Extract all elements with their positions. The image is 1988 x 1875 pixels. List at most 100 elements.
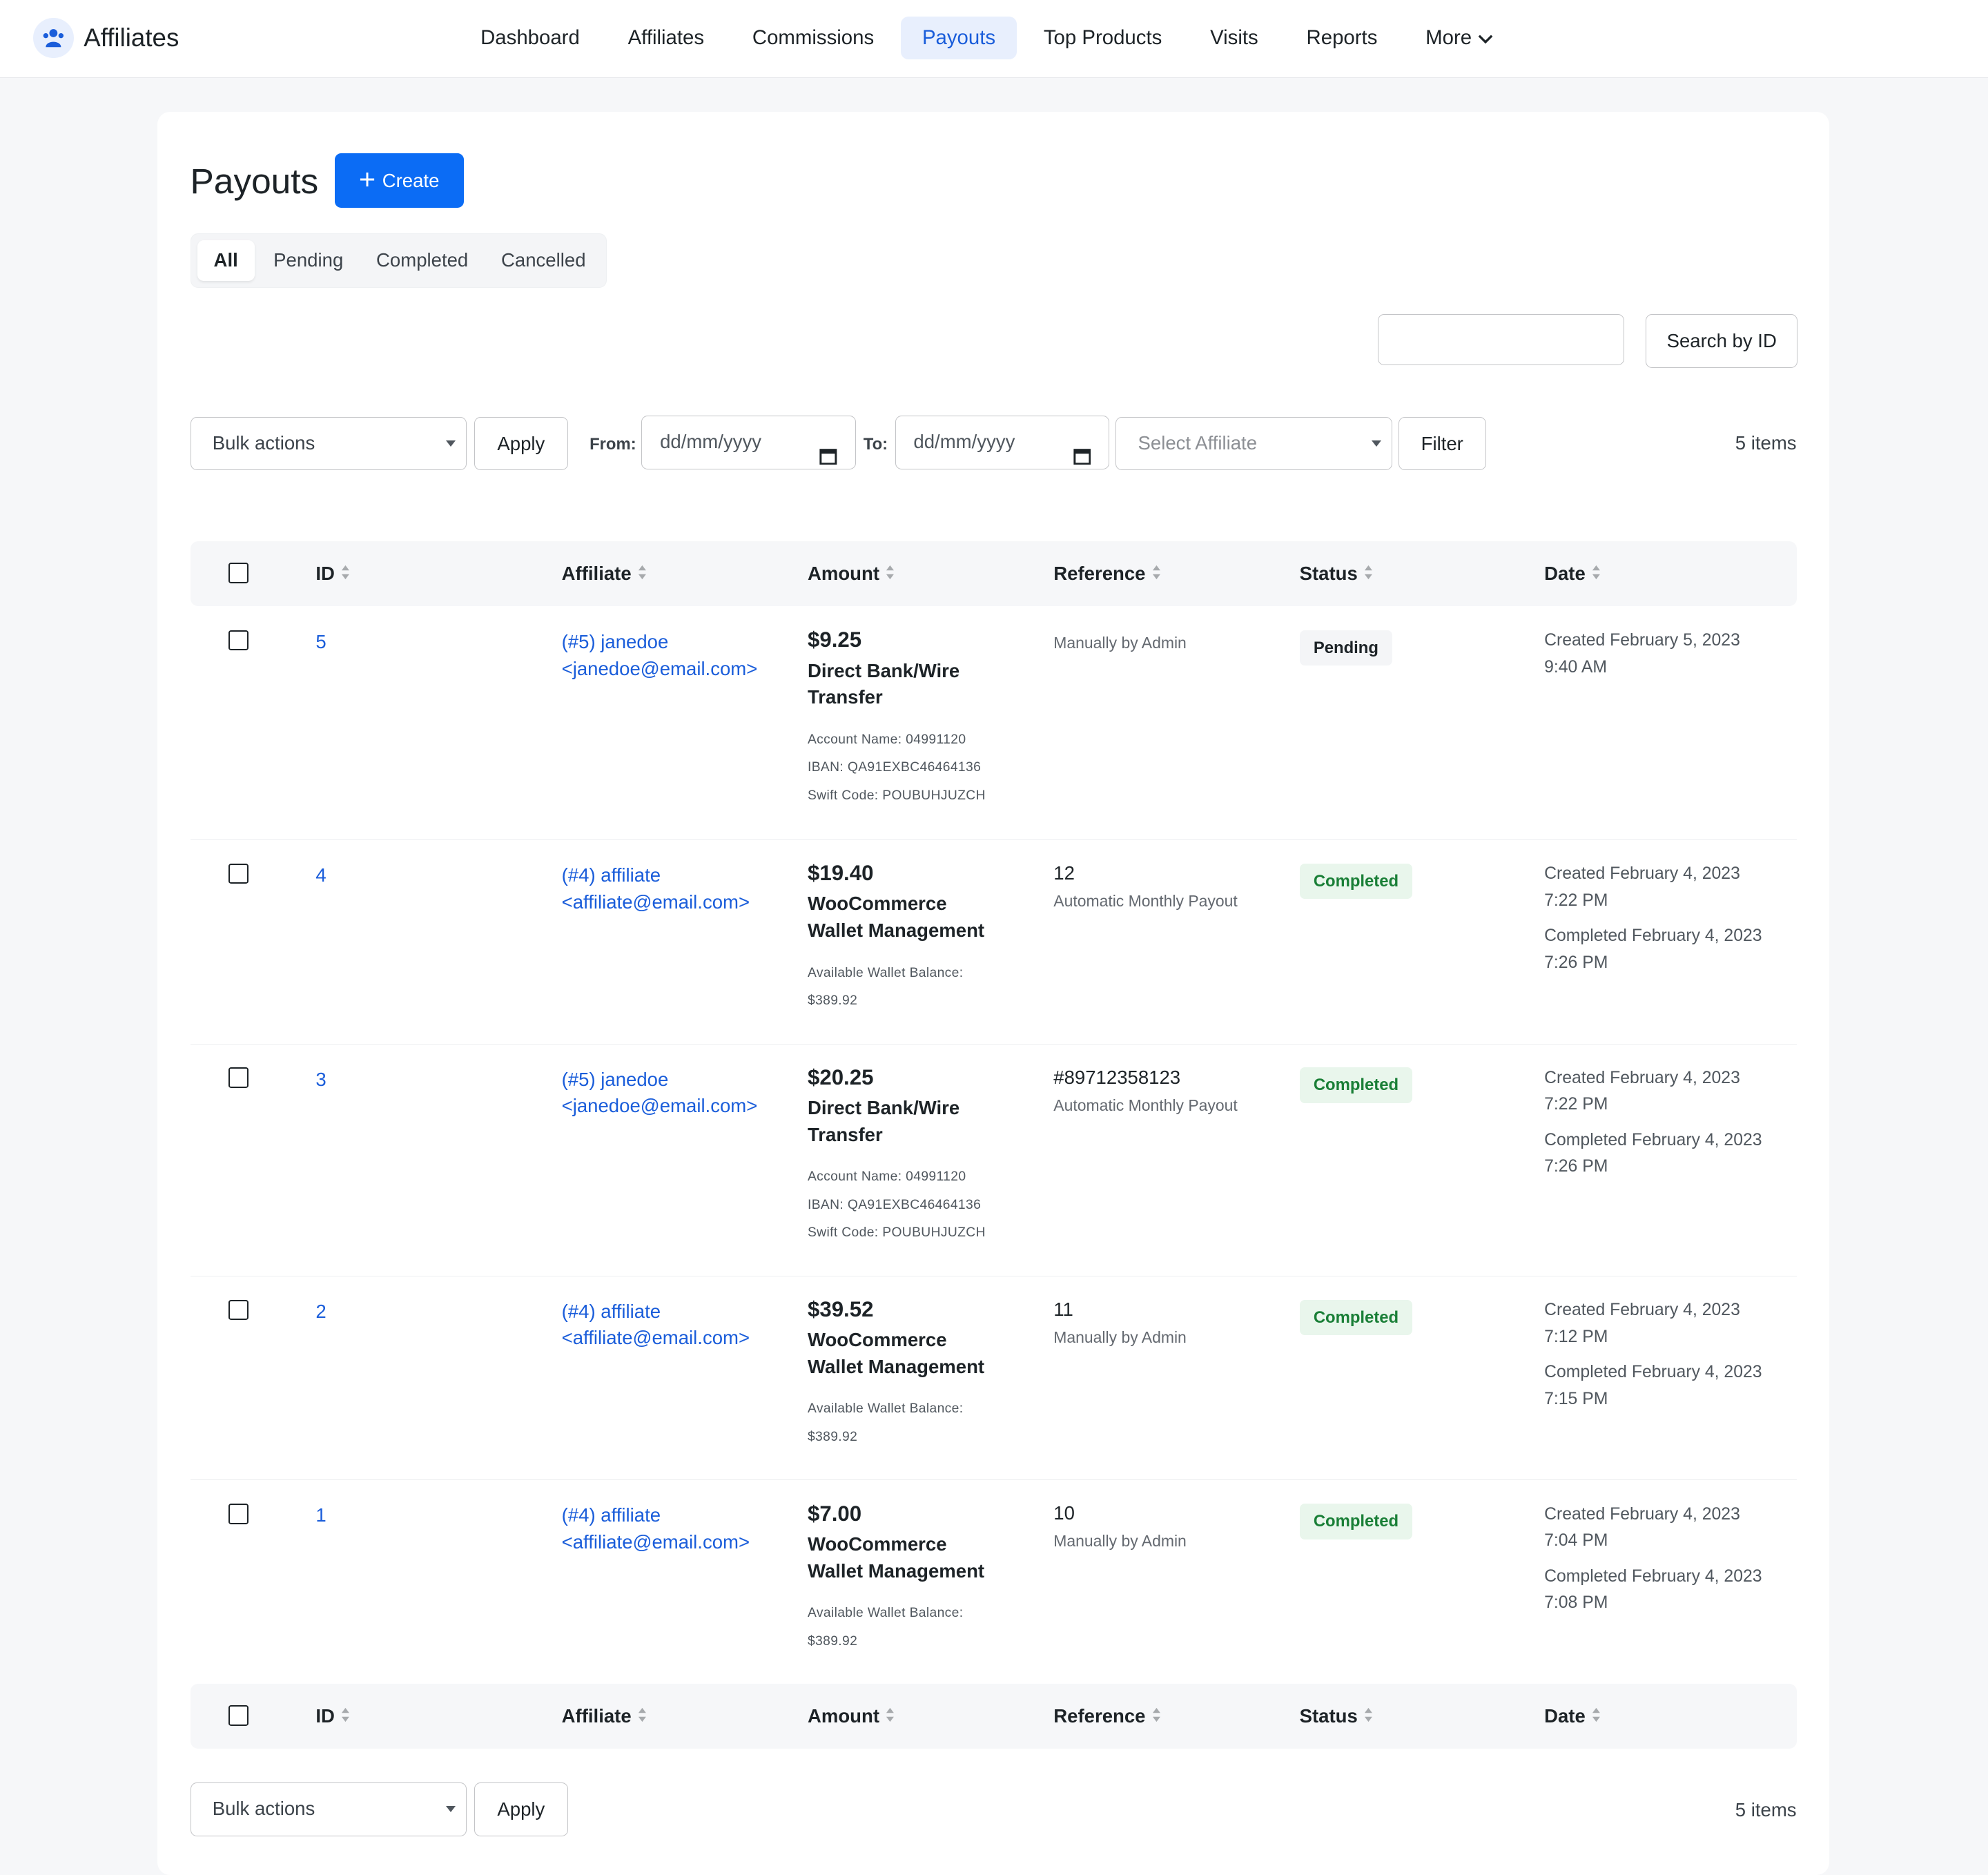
affiliate-link[interactable]: (#5) janedoe <janedoe@email.com> — [562, 1067, 758, 1120]
amount-value: $20.25 — [807, 1065, 874, 1089]
apply-button-bottom[interactable]: Apply — [474, 1782, 568, 1836]
column-status[interactable]: Status — [1300, 1705, 1373, 1727]
bulk-actions-select[interactable]: Bulk actions — [190, 417, 467, 471]
affiliate-name[interactable]: (#5) janedoe — [562, 629, 758, 656]
nav-item-payouts[interactable]: Payouts — [900, 16, 1017, 60]
reference-cell: 10 Manually by Admin — [1053, 1502, 1187, 1551]
affiliate-name[interactable]: (#4) affiliate — [562, 862, 750, 889]
amount-cell: $20.25 Direct Bank/Wire Transfer Account… — [808, 1065, 998, 1247]
payout-id-link[interactable]: 4 — [315, 862, 326, 889]
affiliate-name[interactable]: (#4) affiliate — [562, 1502, 750, 1529]
status-cell: Pending — [1299, 630, 1393, 666]
nav-item-affiliates[interactable]: Affiliates — [606, 17, 725, 59]
amount-value: $7.00 — [807, 1501, 862, 1526]
status-badge: Completed — [1299, 1299, 1413, 1336]
payout-details: Account Name: 04991120 IBAN: QA91EXBC464… — [808, 1163, 998, 1247]
tab-cancelled[interactable]: Cancelled — [487, 240, 600, 281]
payout-id-link[interactable]: 3 — [315, 1067, 326, 1094]
reference-note: Automatic Monthly Payout — [1053, 1096, 1238, 1114]
amount-cell: $7.00 WooCommerce Wallet Management Avai… — [808, 1502, 998, 1655]
column-affiliate[interactable]: Affiliate — [562, 1705, 647, 1727]
column-amount[interactable]: Amount — [808, 1705, 895, 1727]
payout-method: Direct Bank/Wire Transfer — [808, 1095, 998, 1148]
search-input[interactable] — [1378, 314, 1624, 365]
search-by-id-button[interactable]: Search by ID — [1646, 314, 1798, 368]
affiliate-email[interactable]: <affiliate@email.com> — [562, 1529, 750, 1556]
sort-arrows-icon — [638, 1705, 647, 1727]
row-checkbox[interactable] — [228, 1504, 248, 1524]
filter-button[interactable]: Filter — [1398, 417, 1486, 471]
column-amount[interactable]: Amount — [808, 563, 895, 585]
amount-value: $9.25 — [807, 628, 862, 652]
payout-id-link[interactable]: 2 — [315, 1299, 326, 1325]
column-id[interactable]: ID — [315, 563, 350, 585]
table-row: 1 (#4) affiliate <affiliate@email.com> $… — [191, 1479, 1797, 1684]
column-id[interactable]: ID — [315, 1705, 350, 1727]
from-date-input[interactable]: dd/mm/yyyy — [641, 416, 856, 469]
column-status[interactable]: Status — [1300, 563, 1373, 585]
select-all-checkbox[interactable] — [228, 1705, 248, 1726]
column-affiliate-label: Affiliate — [561, 1705, 632, 1727]
payout-id-link[interactable]: 5 — [315, 629, 326, 656]
column-reference[interactable]: Reference — [1053, 563, 1160, 585]
affiliate-email[interactable]: <janedoe@email.com> — [562, 656, 758, 683]
affiliate-link[interactable]: (#4) affiliate <affiliate@email.com> — [562, 862, 750, 915]
nav-item-dashboard[interactable]: Dashboard — [459, 17, 601, 59]
affiliate-link[interactable]: (#4) affiliate <affiliate@email.com> — [562, 1299, 750, 1352]
calendar-icon[interactable] — [1073, 433, 1091, 483]
to-date-input[interactable]: dd/mm/yyyy — [895, 416, 1110, 469]
payout-id-link[interactable]: 1 — [315, 1502, 326, 1529]
nav-item-visits[interactable]: Visits — [1189, 17, 1280, 59]
reference-note: Manually by Admin — [1053, 634, 1187, 652]
status-tabs: All Pending Completed Cancelled — [190, 233, 607, 289]
column-affiliate[interactable]: Affiliate — [562, 563, 647, 585]
row-checkbox[interactable] — [228, 1067, 248, 1088]
tab-all[interactable]: All — [197, 240, 255, 281]
status-cell: Completed — [1299, 1504, 1413, 1539]
column-date[interactable]: Date — [1544, 563, 1601, 585]
status-badge: Completed — [1299, 863, 1413, 900]
status-cell: Completed — [1299, 1299, 1413, 1336]
affiliate-name[interactable]: (#5) janedoe — [562, 1067, 758, 1094]
date-cell: Created February 5, 2023 9:40 AM — [1544, 628, 1740, 681]
row-checkbox[interactable] — [228, 1299, 248, 1320]
select-affiliate[interactable]: Select Affiliate — [1115, 417, 1392, 471]
select-all-checkbox[interactable] — [228, 563, 248, 583]
payout-detail: IBAN: QA91EXBC46464136 — [807, 760, 982, 775]
affiliate-email[interactable]: <affiliate@email.com> — [562, 1325, 750, 1352]
tab-completed[interactable]: Completed — [362, 240, 483, 281]
create-button[interactable]: Create — [334, 153, 465, 208]
affiliate-name[interactable]: (#4) affiliate — [562, 1299, 750, 1325]
affiliate-email[interactable]: <affiliate@email.com> — [562, 889, 750, 916]
affiliate-link[interactable]: (#4) affiliate <affiliate@email.com> — [562, 1502, 750, 1555]
reference-cell: 11 Manually by Admin — [1053, 1299, 1187, 1347]
created-date-label: Created February 5, 2023 — [1544, 631, 1740, 650]
row-checkbox[interactable] — [228, 863, 248, 884]
nav-item-reports[interactable]: Reports — [1285, 17, 1399, 59]
payout-detail: Available Wallet Balance: — [807, 1401, 964, 1417]
tab-pending[interactable]: Pending — [260, 240, 358, 281]
created-date-time: 7:22 PM — [1544, 1095, 1608, 1114]
completed-date-time: 7:15 PM — [1544, 1389, 1608, 1408]
calendar-icon[interactable] — [819, 433, 837, 483]
affiliate-link[interactable]: (#5) janedoe <janedoe@email.com> — [562, 629, 758, 682]
payout-detail: $389.92 — [807, 993, 858, 1009]
reference-note: Manually by Admin — [1053, 1532, 1187, 1551]
created-date-time: 9:40 AM — [1544, 657, 1608, 677]
bulk-actions-select-bottom[interactable]: Bulk actions — [190, 1782, 467, 1836]
column-amount-label: Amount — [807, 563, 880, 585]
nav-item-top-products[interactable]: Top Products — [1022, 17, 1184, 59]
affiliate-email[interactable]: <janedoe@email.com> — [562, 1093, 758, 1120]
row-checkbox[interactable] — [228, 630, 248, 651]
column-reference[interactable]: Reference — [1053, 1705, 1160, 1727]
date-cell: Created February 4, 2023 7:22 PM Complet… — [1544, 1065, 1762, 1181]
amount-cell: $19.40 WooCommerce Wallet Management Ava… — [808, 861, 998, 1015]
created-date-time: 7:22 PM — [1544, 891, 1608, 910]
nav-item-more[interactable]: More — [1404, 17, 1515, 59]
payout-details: Available Wallet Balance: $389.92 — [808, 1600, 998, 1655]
brand[interactable]: Affiliates — [32, 17, 179, 59]
column-date[interactable]: Date — [1544, 1705, 1601, 1727]
nav-item-commissions[interactable]: Commissions — [731, 17, 896, 59]
main-nav: Dashboard Affiliates Commissions Payouts… — [459, 16, 1515, 60]
apply-button[interactable]: Apply — [474, 417, 568, 471]
